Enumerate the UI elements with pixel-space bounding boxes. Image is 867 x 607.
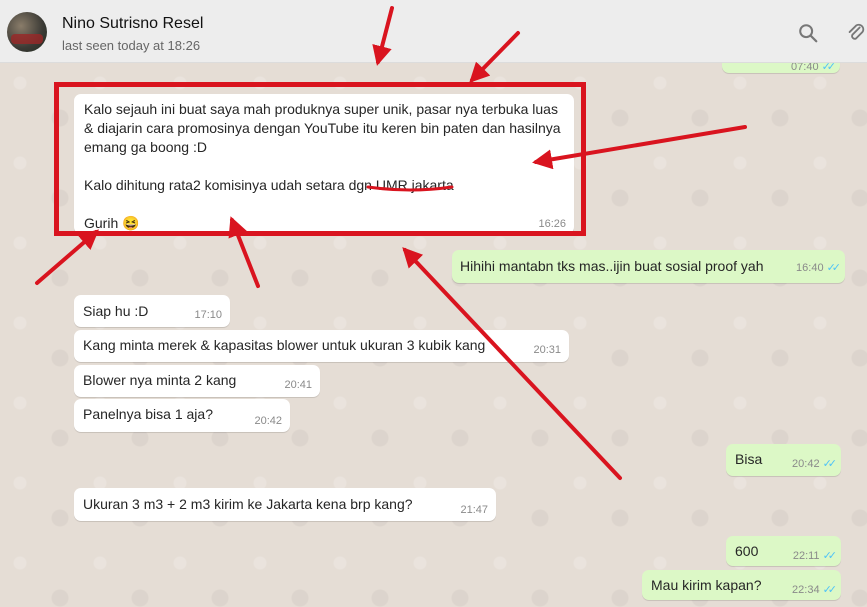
chat-header: Nino Sutrisno Resel last seen today at 1… [0,0,867,63]
contact-status: last seen today at 18:26 [62,38,201,53]
message-text: Siap hu :D [83,303,149,319]
message-time: 22:34 ✓✓ [792,584,838,596]
message-bubble-outgoing[interactable]: Bisa 20:42 ✓✓ [726,444,841,476]
read-ticks-icon: ✓✓ [821,63,837,73]
message-time: 17:10 [194,309,222,321]
contact-name[interactable]: Nino Sutrisno Resel [62,15,203,33]
read-ticks-icon: ✓✓ [826,262,842,274]
message-bubble-outgoing[interactable]: 07:40 ✓✓ [722,63,840,73]
message-time: 20:42 ✓✓ [792,458,838,470]
message-bubble-incoming[interactable]: Ukuran 3 m3 + 2 m3 kirim ke Jakarta kena… [74,488,496,521]
avatar[interactable] [7,12,47,52]
search-icon[interactable] [797,22,819,44]
message-time: 22:11 ✓✓ [792,550,838,562]
message-time: 07:40 ✓✓ [791,63,837,73]
message-text: Mau kirim kapan? [651,577,762,593]
message-time: 20:42 [254,415,282,427]
message-bubble-outgoing[interactable]: 600 22:11 ✓✓ [726,536,841,566]
message-time: 20:31 [533,344,561,356]
message-text: Blower nya minta 2 kang [83,372,237,388]
chat-area[interactable]: 07:40 ✓✓ Kalo sejauh ini buat saya mah pr… [0,63,867,607]
message-time: 21:47 [460,504,488,516]
message-text: Kalo sejauh ini buat saya mah produknya … [84,101,561,231]
message-bubble-incoming[interactable]: Kalo sejauh ini buat saya mah produknya … [74,94,574,234]
message-text: 600 [735,543,759,559]
message-bubble-incoming[interactable]: Panelnya bisa 1 aja? 20:42 [74,399,290,432]
message-time: 20:41 [284,379,312,391]
read-ticks-icon: ✓✓ [822,584,838,596]
message-bubble-outgoing[interactable]: Mau kirim kapan? 22:34 ✓✓ [642,570,841,600]
message-text: Kang minta merek & kapasitas blower untu… [83,337,486,353]
message-bubble-outgoing[interactable]: Hihihi mantabn tks mas..ijin buat sosial… [452,250,845,283]
message-bubble-incoming[interactable]: Siap hu :D 17:10 [74,295,230,327]
message-text: Bisa [735,451,763,467]
message-bubble-incoming[interactable]: Kang minta merek & kapasitas blower untu… [74,330,569,362]
read-ticks-icon: ✓✓ [822,550,838,562]
read-ticks-icon: ✓✓ [822,458,838,470]
message-time: 16:40 ✓✓ [796,262,842,274]
message-bubble-incoming[interactable]: Blower nya minta 2 kang 20:41 [74,365,320,397]
message-text: Panelnya bisa 1 aja? [83,406,213,422]
message-text: Ukuran 3 m3 + 2 m3 kirim ke Jakarta kena… [83,496,413,512]
attach-icon[interactable] [845,22,867,44]
message-time: 16:26 [538,218,566,230]
message-text: Hihihi mantabn tks mas..ijin buat sosial… [460,258,764,274]
